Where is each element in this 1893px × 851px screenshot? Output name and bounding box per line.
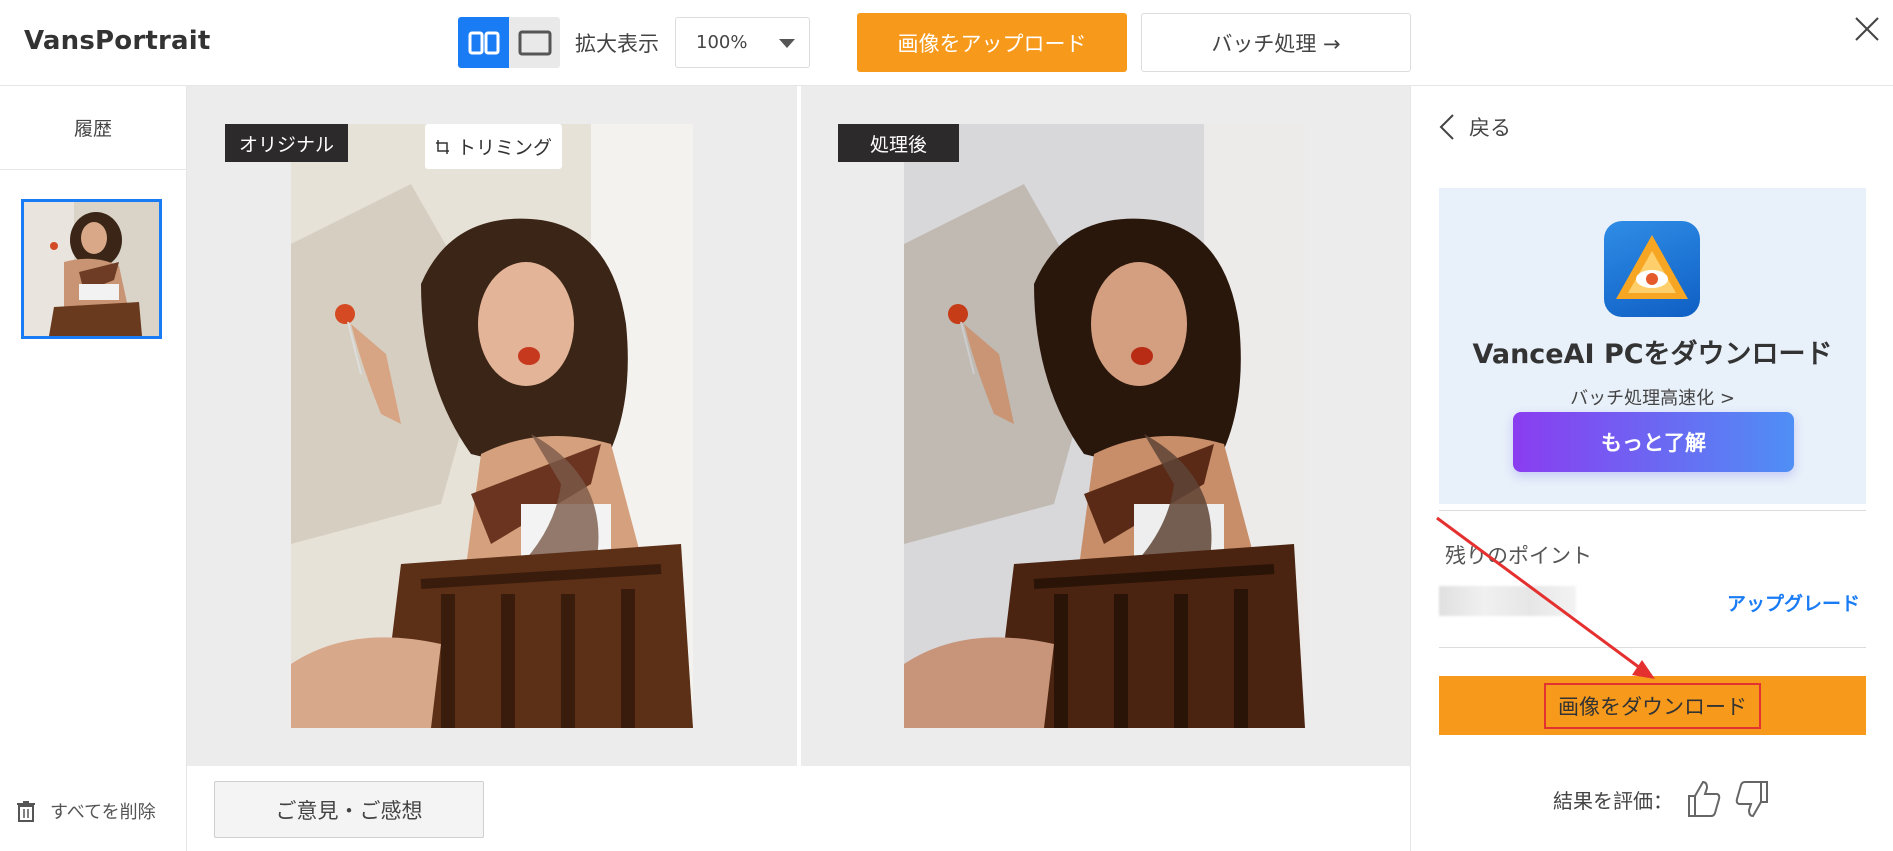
processed-portrait-image: [904, 124, 1305, 728]
history-title: 履歴: [0, 86, 186, 170]
trash-icon: [17, 801, 35, 822]
back-button[interactable]: 戻る: [1439, 112, 1511, 142]
single-view-icon: [518, 30, 551, 55]
history-thumbnail[interactable]: [21, 199, 162, 339]
remaining-points-value-blurred: [1439, 586, 1576, 616]
promo-card: VanceAI PCをダウンロード バッチ処理高速化 > もっと了解: [1439, 188, 1866, 504]
split-view-icon: [468, 31, 499, 54]
delete-all-label: すべてを削除: [50, 802, 156, 823]
chevron-left-icon: [1439, 114, 1454, 140]
top-bar: VansPortrait 拡大表示 100% 画像をアップロード バッチ処理 →: [0, 0, 1893, 86]
original-photo: [291, 124, 693, 728]
thumbs-down-icon[interactable]: [1735, 780, 1769, 818]
crop-button[interactable]: トリミング: [425, 124, 562, 169]
divider: [1439, 647, 1866, 648]
download-label: 画像をダウンロード: [1544, 682, 1761, 729]
zoom-value: 100%: [696, 32, 748, 53]
original-label: オリジナル: [225, 124, 348, 162]
promo-subtitle-link[interactable]: バッチ処理高速化 >: [1439, 384, 1866, 410]
processed-photo: [904, 124, 1305, 728]
app-logo: VansPortrait: [24, 26, 211, 56]
chevron-down-icon: [779, 39, 795, 48]
single-view-button[interactable]: [509, 17, 560, 68]
back-label: 戻る: [1469, 116, 1511, 140]
processed-pane: 処理後: [801, 86, 1410, 766]
portrait-thumbnail-image: [24, 202, 159, 336]
divider: [1439, 510, 1866, 511]
crop-icon: [435, 139, 449, 154]
split-view-button[interactable]: [458, 17, 509, 68]
upgrade-link[interactable]: アップグレード: [1727, 589, 1860, 616]
zoom-label: 拡大表示: [575, 32, 659, 56]
right-panel: 戻る VanceAI PCをダウンロード バッチ処理高速化 > もっと了解 残り…: [1410, 86, 1893, 851]
upload-image-button[interactable]: 画像をアップロード: [857, 13, 1127, 72]
rate-result: 結果を評価：: [1553, 780, 1769, 818]
original-pane: オリジナル トリミング: [187, 86, 797, 766]
remaining-points-title: 残りのポイント: [1445, 544, 1592, 568]
view-mode-toggle: [458, 17, 560, 68]
original-portrait-image: [291, 124, 693, 728]
close-button[interactable]: [1852, 14, 1882, 44]
history-sidebar: 履歴 すべてを削除: [0, 86, 187, 851]
vanceai-app-icon: [1604, 221, 1700, 317]
close-icon: [1855, 17, 1879, 41]
zoom-select[interactable]: 100%: [675, 17, 810, 68]
download-image-button[interactable]: 画像をダウンロード: [1439, 676, 1866, 735]
compare-area: オリジナル トリミング 処理後: [187, 86, 1410, 766]
processed-label: 処理後: [838, 124, 959, 162]
rate-label: 結果を評価：: [1553, 788, 1673, 813]
promo-title: VanceAI PCをダウンロード: [1472, 339, 1833, 370]
batch-process-button[interactable]: バッチ処理 →: [1141, 13, 1411, 72]
thumbs-up-icon[interactable]: [1687, 780, 1721, 818]
crop-label: トリミング: [456, 137, 552, 159]
feedback-button[interactable]: ご意見・ご感想: [214, 781, 484, 838]
learn-more-button[interactable]: もっと了解: [1513, 412, 1794, 472]
delete-all-button[interactable]: すべてを削除: [16, 798, 156, 824]
